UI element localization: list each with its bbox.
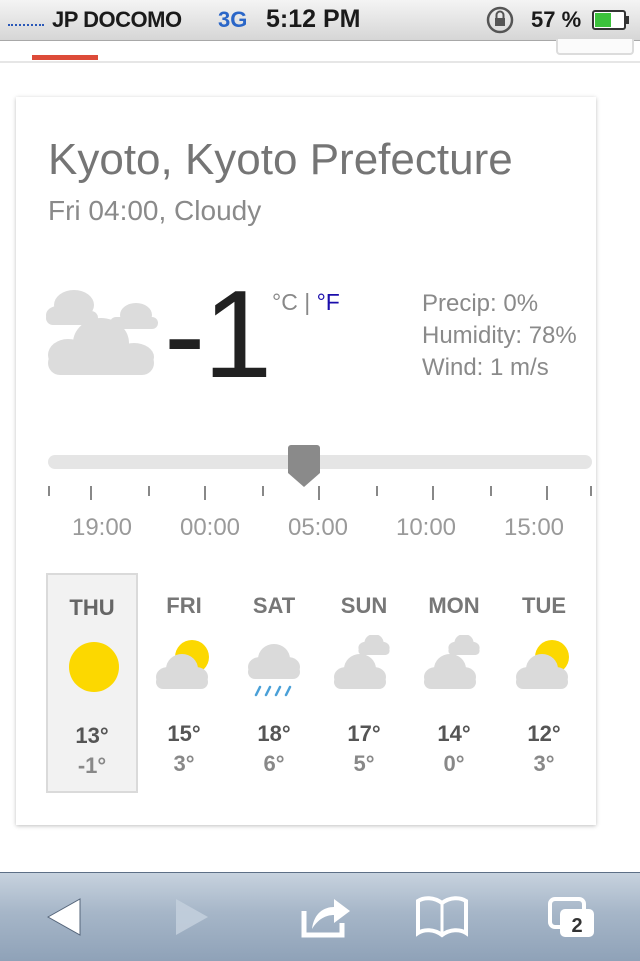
search-tab-strip bbox=[0, 39, 640, 63]
slider-tick bbox=[546, 486, 548, 500]
unit-separator: | bbox=[304, 289, 311, 315]
forward-icon bbox=[176, 899, 208, 935]
wind-text: Wind: 1 m/s bbox=[422, 354, 549, 381]
sunny-icon bbox=[64, 637, 124, 697]
cloudy-icon bbox=[424, 634, 484, 695]
forecast-high-temp: 17° bbox=[347, 721, 381, 746]
weather-card: Kyoto, Kyoto Prefecture Fri 04:00, Cloud… bbox=[16, 97, 596, 825]
forecast-day-tue[interactable]: TUE 12° 3° bbox=[498, 573, 590, 793]
active-tab-indicator bbox=[32, 55, 98, 60]
forecast-low-temp: 6° bbox=[263, 751, 285, 776]
unit-fahrenheit-link[interactable]: °F bbox=[317, 289, 340, 315]
slider-tick bbox=[262, 486, 264, 496]
current-temperature: -1 bbox=[164, 266, 272, 404]
network-type: 3G bbox=[218, 7, 248, 32]
forecast-low-temp: 3° bbox=[173, 751, 195, 776]
current-time-condition: Fri 04:00, Cloudy bbox=[48, 195, 262, 226]
slider-hour-label: 19:00 bbox=[71, 514, 133, 541]
slider-hour-label: 15:00 bbox=[503, 514, 565, 541]
status-bar: JP DOCOMO 3G 5:12 PM 57 % bbox=[0, 0, 640, 41]
forecast-high-temp: 14° bbox=[437, 721, 471, 746]
forecast-day-thu[interactable]: THU 13° -1° bbox=[46, 573, 138, 793]
humidity-text: Humidity: 78% bbox=[422, 322, 577, 349]
tabs-icon[interactable]: 2 bbox=[544, 889, 604, 945]
tab-button-partial[interactable] bbox=[556, 39, 634, 55]
time-slider-track[interactable] bbox=[48, 455, 592, 469]
slider-tick bbox=[148, 486, 150, 496]
forecast-day-name: SAT bbox=[252, 593, 296, 618]
forecast-high-temp: 18° bbox=[257, 721, 291, 746]
forecast-low-temp: 5° bbox=[353, 751, 375, 776]
share-icon[interactable] bbox=[296, 889, 356, 945]
back-icon[interactable] bbox=[36, 889, 96, 945]
slider-tick bbox=[376, 486, 378, 496]
forecast-high-temp: 15° bbox=[167, 721, 201, 746]
forecast-low-temp: -1° bbox=[77, 753, 107, 778]
battery-icon bbox=[592, 10, 629, 30]
slider-hour-label: 05:00 bbox=[287, 514, 349, 541]
slider-tick bbox=[490, 486, 492, 496]
forecast-day-mon[interactable]: MON 14° 0° bbox=[408, 573, 500, 793]
forecast-high-temp: 13° bbox=[75, 723, 109, 748]
time-slider-thumb[interactable] bbox=[288, 445, 320, 487]
forecast-day-name: FRI bbox=[166, 593, 202, 618]
battery-percent: 57 % bbox=[531, 7, 582, 32]
bookmarks-icon[interactable] bbox=[412, 889, 472, 945]
forecast-day-sun[interactable]: SUN 17° 5° bbox=[318, 573, 410, 793]
precipitation-text: Precip: 0% bbox=[422, 290, 539, 317]
slider-hour-label: 00:00 bbox=[179, 514, 241, 541]
tab-count: 2 bbox=[571, 915, 582, 937]
signal-strength-icon bbox=[8, 18, 44, 26]
slider-tick bbox=[204, 486, 206, 500]
slider-tick bbox=[590, 486, 592, 496]
cloudy-icon bbox=[334, 634, 394, 695]
status-time: 5:12 PM bbox=[266, 5, 361, 33]
rotation-lock-icon bbox=[486, 6, 514, 34]
slider-tick bbox=[318, 486, 320, 500]
forecast-day-name: THU bbox=[69, 595, 115, 620]
carrier-name: JP DOCOMO bbox=[52, 7, 182, 32]
forecast-day-name: TUE bbox=[522, 593, 566, 618]
slider-hour-label: 10:00 bbox=[395, 514, 457, 541]
time-slider-labels: 19:00 00:00 05:00 10:00 15:00 bbox=[48, 514, 592, 544]
forecast-day-name: SUN bbox=[340, 593, 388, 618]
forecast-high-temp: 12° bbox=[527, 721, 561, 746]
slider-tick bbox=[432, 486, 434, 500]
time-slider-ticks bbox=[48, 486, 592, 502]
slider-tick bbox=[48, 486, 50, 496]
unit-celsius: °C bbox=[272, 289, 298, 315]
slider-tick bbox=[90, 486, 92, 500]
weather-details: Precip: 0% Humidity: 78% Wind: 1 m/s bbox=[422, 288, 577, 384]
location-title: Kyoto, Kyoto Prefecture bbox=[48, 135, 513, 184]
forecast-day-name: MON bbox=[428, 593, 480, 618]
browser-toolbar: 2 bbox=[0, 872, 640, 961]
forecast-low-temp: 3° bbox=[533, 751, 555, 776]
rain-icon bbox=[244, 635, 304, 697]
partly-cloudy-icon bbox=[154, 635, 214, 695]
partly-cloudy-icon bbox=[514, 635, 574, 695]
forecast-low-temp: 0° bbox=[443, 751, 465, 776]
cloudy-icon bbox=[46, 290, 158, 375]
forecast-day-fri[interactable]: FRI 15° 3° bbox=[138, 573, 230, 793]
forecast-day-sat[interactable]: SAT 18° 6° bbox=[228, 573, 320, 793]
unit-toggle: °C | °F bbox=[272, 289, 340, 316]
